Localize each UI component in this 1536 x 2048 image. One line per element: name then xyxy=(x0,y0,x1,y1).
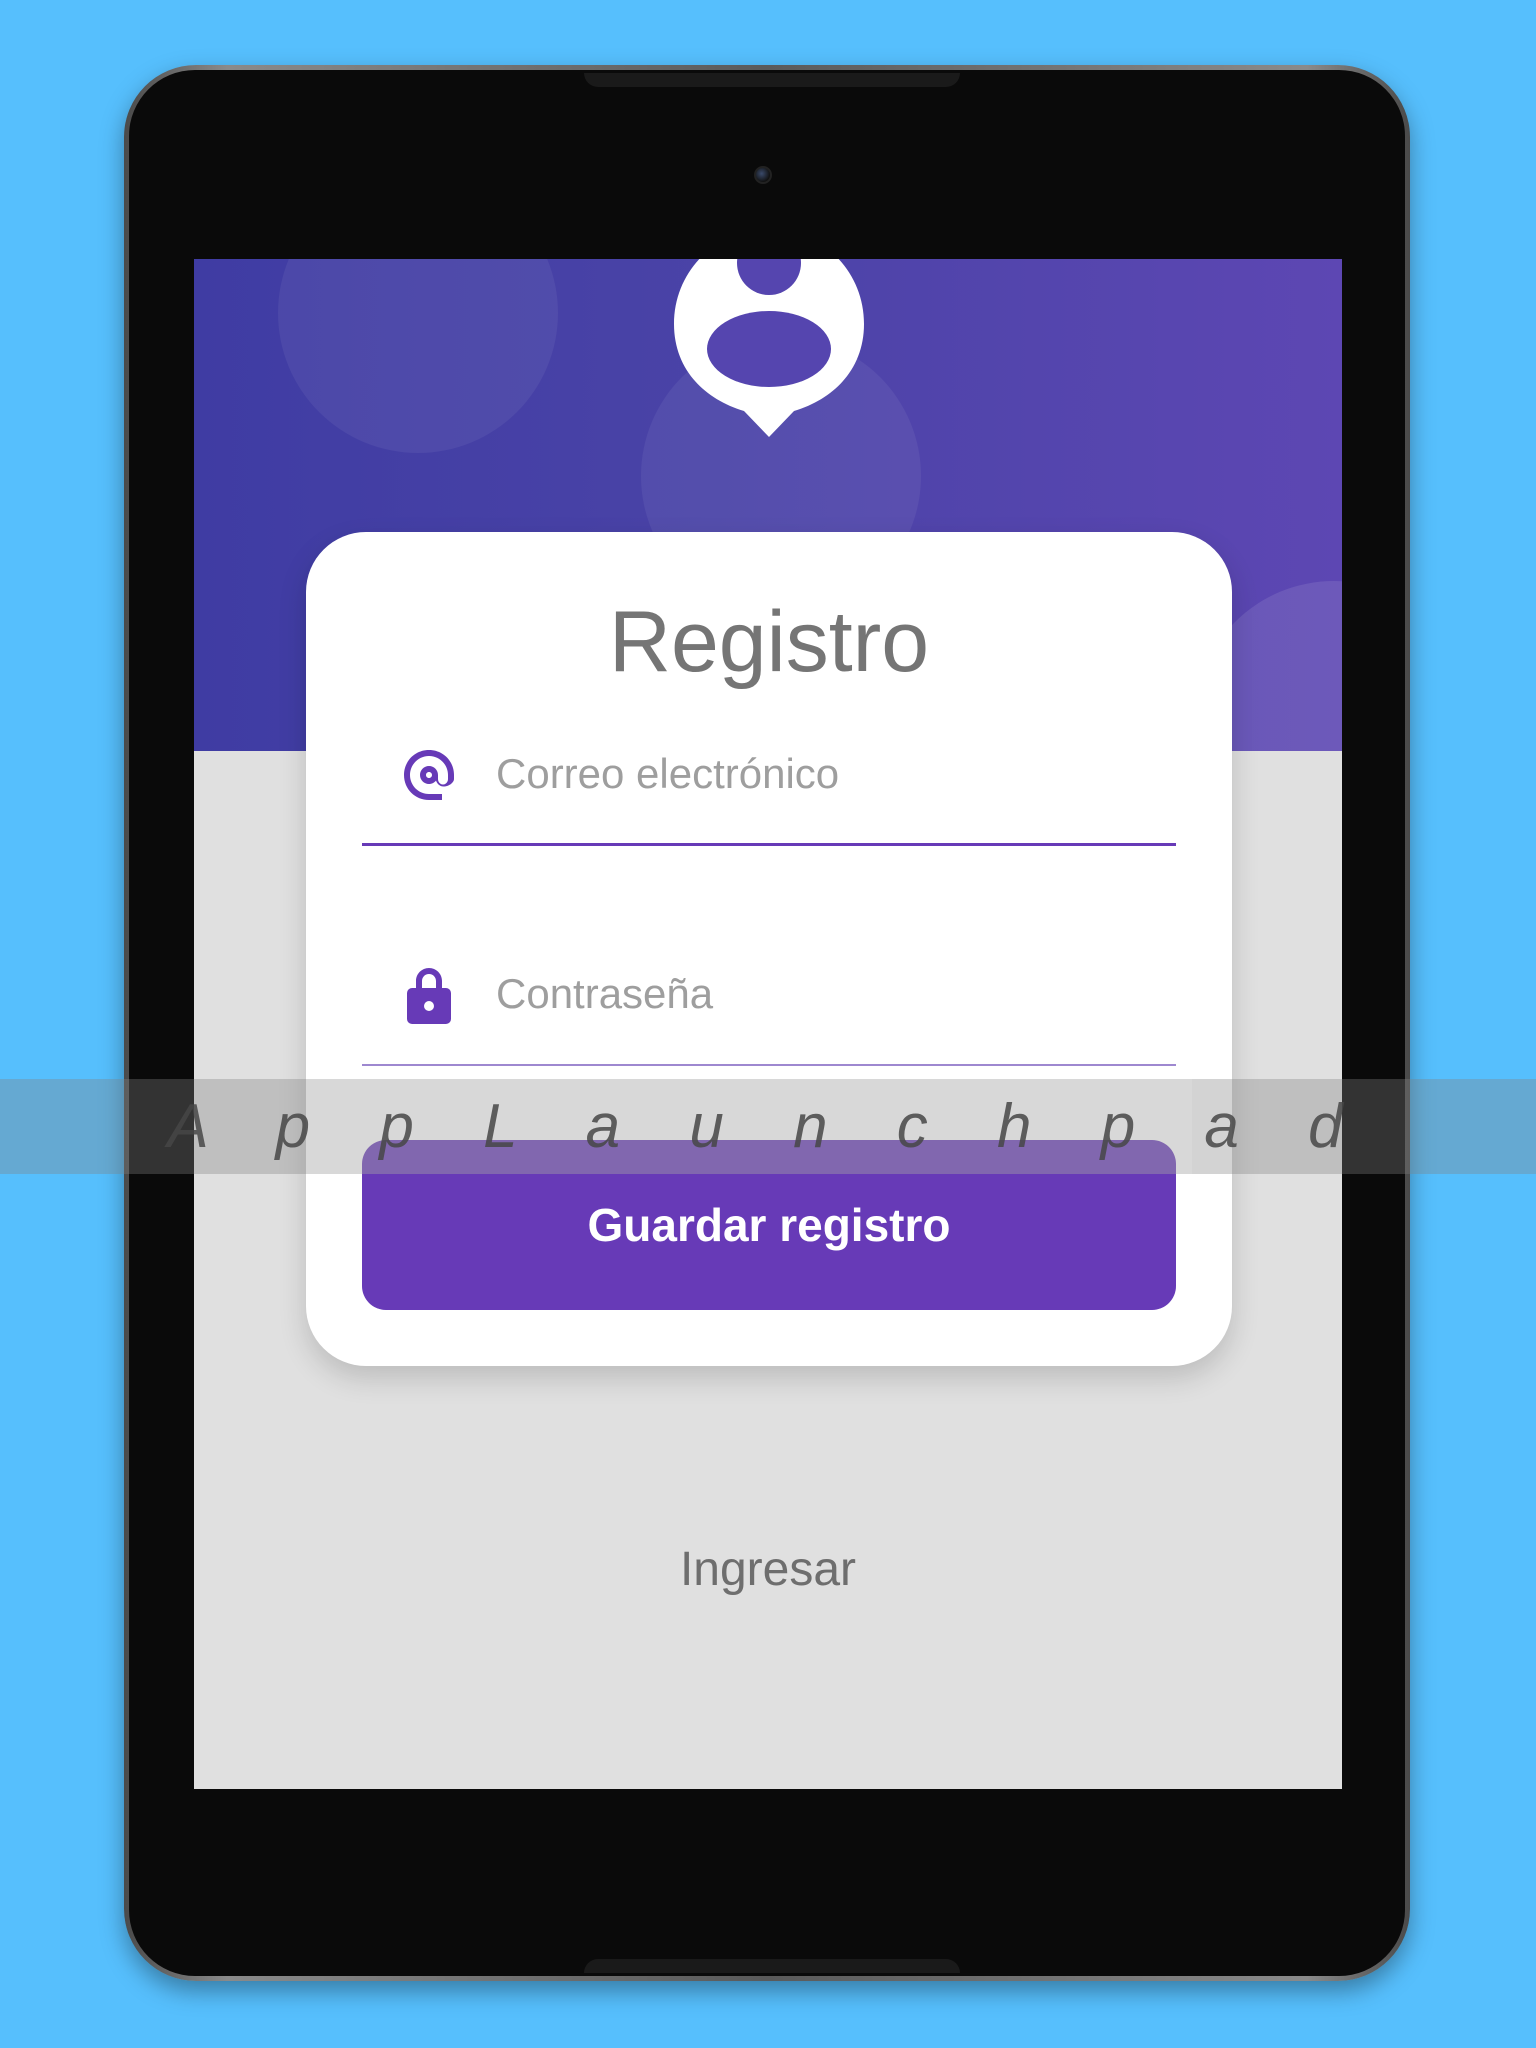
page-title: Registro xyxy=(608,594,930,690)
bottom-speaker-notch xyxy=(584,1959,960,1973)
user-location-pin-icon xyxy=(674,259,864,437)
app-preview-stage: Registro Guardar registro Ingresar xyxy=(0,0,1536,2048)
password-input[interactable] xyxy=(496,954,1156,1034)
watermark-band: A p p L a u n c h p a d xyxy=(0,1079,1536,1174)
email-underline xyxy=(362,843,1176,846)
at-icon xyxy=(404,750,454,800)
app-screen: Registro Guardar registro Ingresar xyxy=(194,259,1342,1789)
top-speaker-notch xyxy=(584,73,960,87)
email-input[interactable] xyxy=(496,734,1156,814)
register-card: Registro Guardar registro xyxy=(306,532,1232,1366)
decorative-circle xyxy=(278,259,558,453)
password-field-row xyxy=(362,946,1176,1066)
email-field-row xyxy=(362,726,1176,846)
password-underline xyxy=(362,1064,1176,1066)
watermark-text: A p p L a u n c h p a d xyxy=(167,1092,1369,1161)
login-link[interactable]: Ingresar xyxy=(194,1540,1342,1600)
lock-icon xyxy=(407,968,451,1024)
front-camera xyxy=(754,166,772,184)
